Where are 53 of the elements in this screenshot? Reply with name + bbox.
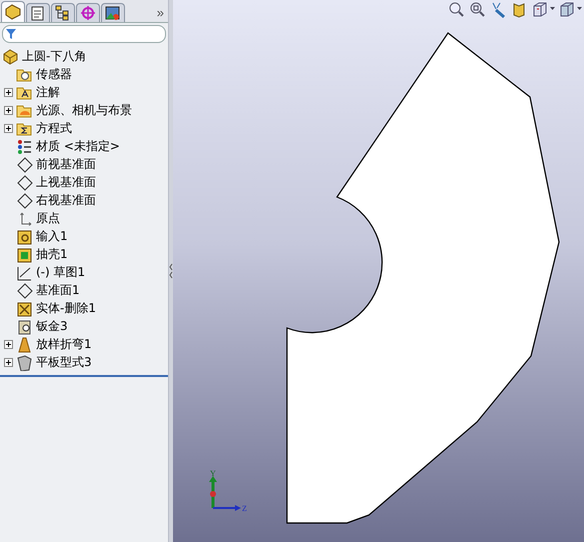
tree-item[interactable]: 前视基准面	[36, 156, 96, 172]
tree-item[interactable]: 基准面1	[36, 282, 80, 298]
import-box-icon	[16, 228, 33, 244]
expand-icon[interactable]	[4, 106, 13, 114]
more-tabs-button[interactable]: »	[152, 5, 168, 22]
part-icon	[2, 48, 19, 64]
tree-item[interactable]: 材质 <未指定>	[36, 138, 120, 154]
sheet-metal-icon	[16, 318, 33, 334]
tree-item[interactable]: 光源、相机与布景	[36, 102, 132, 118]
tree-item[interactable]: 输入1	[36, 228, 68, 244]
tree-item[interactable]: 放样折弯1	[36, 336, 92, 352]
axis-triad-drawing: Y Z	[207, 470, 249, 512]
expand-icon[interactable]	[4, 340, 13, 348]
filter-icon	[6, 29, 16, 39]
panel-tab[interactable]	[26, 3, 50, 22]
view-orientation-button[interactable]	[532, 0, 555, 18]
dropdown-caret-icon	[577, 7, 582, 11]
crosshair-icon	[79, 4, 97, 22]
tree-item[interactable]: 传感器	[36, 66, 72, 82]
zoom-area-button[interactable]	[469, 0, 486, 18]
tree-item[interactable]: 注解	[36, 84, 60, 100]
plane-icon	[16, 192, 33, 208]
expand-icon[interactable]	[4, 124, 13, 132]
tree-item[interactable]: 右视基准面	[36, 192, 96, 208]
tree-item[interactable]: 原点	[36, 210, 60, 226]
tree-item[interactable]: 上视基准面	[36, 174, 96, 190]
plane-icon	[16, 282, 33, 298]
tree-item[interactable]: 实体-删除1	[36, 300, 96, 316]
display-style-button[interactable]	[559, 0, 582, 18]
panel-tab[interactable]	[1, 1, 25, 22]
tree-item[interactable]: 平板型式3	[36, 354, 92, 370]
tree-item[interactable]: 方程式	[36, 120, 72, 136]
dropdown-caret-icon	[550, 7, 555, 11]
plane-icon	[16, 174, 33, 190]
collapse-handle-icon[interactable]	[169, 261, 173, 281]
material-icon	[16, 138, 33, 154]
expand-icon[interactable]	[4, 358, 13, 366]
panel-tab[interactable]	[51, 3, 75, 22]
previous-view-button[interactable]	[490, 0, 507, 18]
filter-field[interactable]	[2, 25, 166, 43]
cone-icon	[16, 336, 33, 352]
delete-body-icon	[16, 300, 33, 316]
expand-icon[interactable]	[4, 88, 13, 96]
panel-tab[interactable]	[101, 3, 125, 22]
shell-box-icon	[16, 246, 33, 262]
plane-icon	[16, 156, 33, 172]
tree-item[interactable]: 抽壳1	[36, 246, 68, 262]
display-picture-icon	[104, 4, 122, 22]
flat-pattern-icon	[16, 354, 33, 370]
tree-item[interactable]: 钣金3	[36, 318, 68, 334]
zoom-fit-button[interactable]	[448, 0, 465, 18]
tree-item[interactable]: (-) 草图1	[36, 264, 86, 280]
tree-item[interactable]: 上圆-下八角	[22, 48, 86, 64]
